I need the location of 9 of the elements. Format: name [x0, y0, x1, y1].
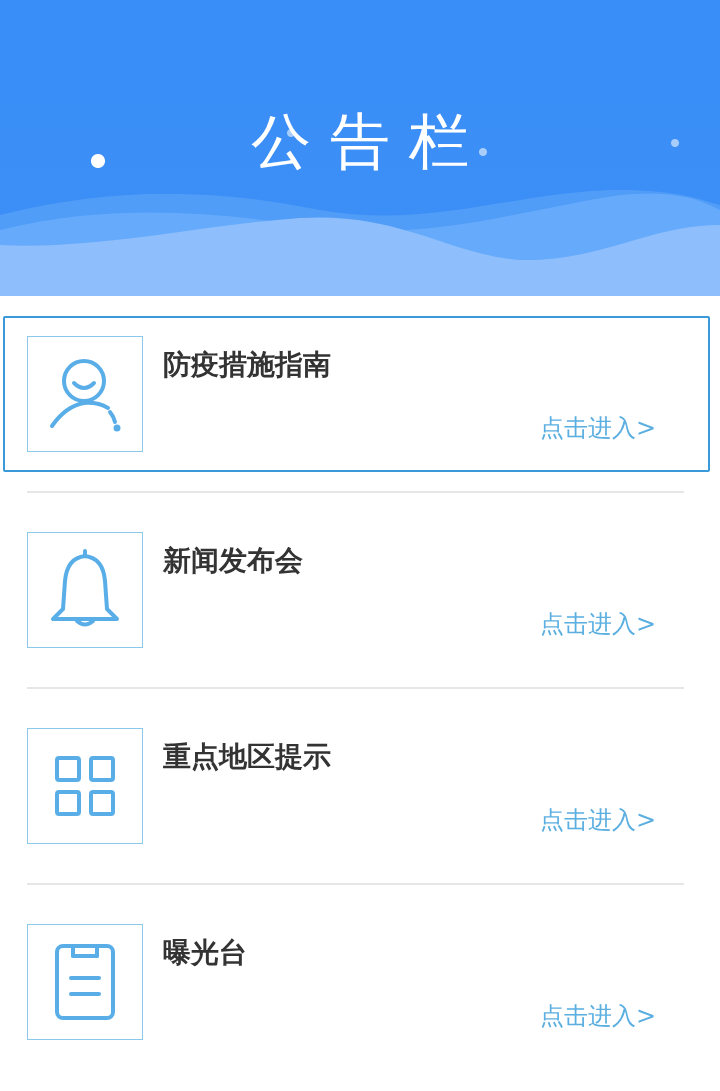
page-title: 公 告 栏: [249, 105, 471, 178]
person-icon: [50, 359, 120, 429]
card-title: 新闻发布会: [163, 543, 303, 579]
grid-icon: [55, 756, 115, 816]
menu-card[interactable]: 防疫措施指南 点击进入>: [3, 316, 710, 472]
card-title: 曝光台: [163, 935, 247, 971]
card-title: 重点地区提示: [163, 739, 331, 775]
card-title: 防疫措施指南: [163, 347, 331, 383]
clipboard-icon: [55, 944, 115, 1020]
